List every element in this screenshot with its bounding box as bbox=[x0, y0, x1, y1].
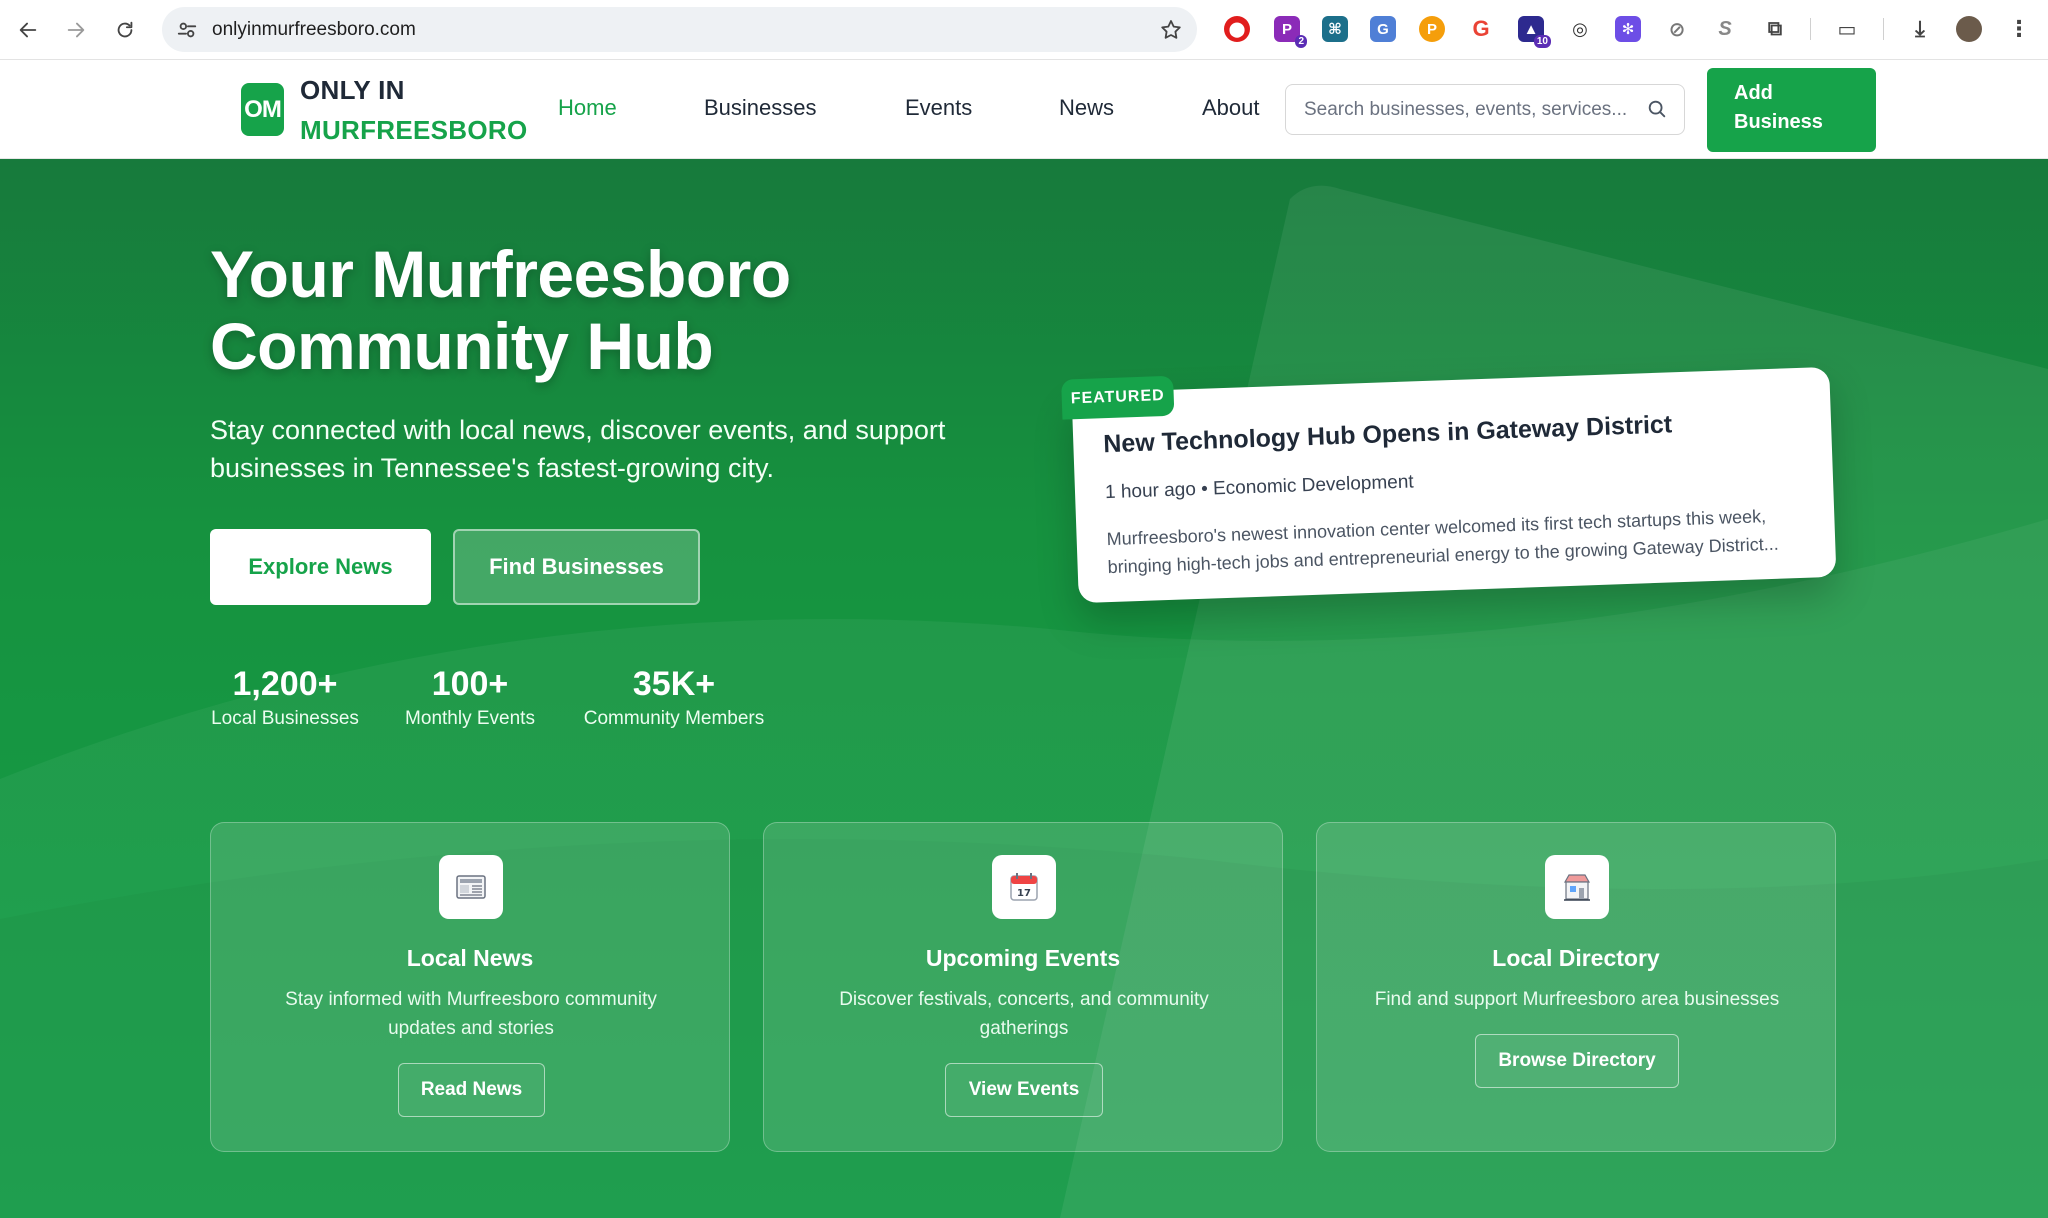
add-business-label-line2: Business bbox=[1734, 111, 1823, 133]
bookmark-star-icon[interactable] bbox=[1159, 18, 1183, 42]
local-directory-card: Local Directory Find and support Murfree… bbox=[1316, 822, 1836, 1152]
stat-label: Local Businesses bbox=[211, 708, 359, 729]
featured-title[interactable]: New Technology Hub Opens in Gateway Dist… bbox=[1103, 410, 1673, 459]
s-extension-icon[interactable]: S bbox=[1712, 16, 1738, 42]
hero-subtitle-line2: businesses in Tennessee's fastest-growin… bbox=[210, 453, 774, 483]
nav-about[interactable]: About bbox=[1202, 95, 1260, 121]
featured-meta: 1 hour ago • Economic Development bbox=[1105, 471, 1414, 504]
stat-value: 35K+ bbox=[632, 665, 716, 703]
forward-button[interactable] bbox=[60, 14, 92, 46]
meta-separator: • bbox=[1200, 478, 1214, 500]
storefront-icon bbox=[1563, 874, 1591, 901]
site-settings-icon[interactable] bbox=[176, 19, 198, 41]
card-title: Local Directory bbox=[1492, 945, 1660, 971]
coin-extension-icon[interactable]: P bbox=[1419, 16, 1445, 42]
card-description: Stay informed with Murfreesboro communit… bbox=[285, 989, 657, 1039]
add-business-label-line1: Add bbox=[1734, 82, 1773, 104]
hero-title-line2: Community Hub bbox=[210, 309, 714, 383]
extension-icon[interactable]: P2 bbox=[1274, 16, 1307, 48]
featured-category: Economic Development bbox=[1212, 471, 1414, 500]
stat-events: 100+ Monthly Events bbox=[400, 664, 540, 730]
logo-text-top[interactable]: ONLY IN bbox=[300, 75, 405, 106]
logo-text-bottom[interactable]: MURFREESBORO bbox=[300, 115, 528, 146]
nav-home[interactable]: Home bbox=[558, 95, 617, 121]
add-business-button[interactable]: Add Business bbox=[1707, 68, 1876, 152]
card-icon-box bbox=[1545, 855, 1609, 919]
toolbar-divider bbox=[1810, 18, 1811, 40]
find-businesses-button[interactable]: Find Businesses bbox=[453, 529, 700, 605]
hero-subtitle-line1: Stay connected with local news, discover… bbox=[210, 415, 946, 445]
arrow-left-icon bbox=[19, 22, 37, 38]
stat-value: 100+ bbox=[431, 665, 509, 703]
url-text: onlyinmurfreesboro.com bbox=[212, 19, 416, 40]
calendar-icon: 17 bbox=[1010, 873, 1038, 901]
browser-toolbar: onlyinmurfreesboro.com ⬤ P2 ⌘ G P G ▲ 10 … bbox=[0, 0, 2048, 60]
nav-news[interactable]: News bbox=[1059, 95, 1114, 121]
toolbar-divider bbox=[1883, 18, 1884, 40]
site-search bbox=[1285, 84, 1685, 135]
grid-extension-icon[interactable]: ⌘ bbox=[1322, 16, 1348, 42]
reload-button[interactable] bbox=[109, 14, 141, 46]
snowflake-extension-icon[interactable]: ✻ bbox=[1615, 16, 1641, 42]
card-title: Upcoming Events bbox=[925, 945, 1121, 971]
site-header: OM ONLY IN MURFREESBORO Home Businesses … bbox=[0, 60, 2048, 159]
arrow-right-icon bbox=[67, 22, 85, 38]
featured-article-card[interactable]: FEATURED New Technology Hub Opens in Gat… bbox=[1061, 366, 1837, 604]
adblock-extension-icon[interactable]: ⬤ bbox=[1224, 16, 1250, 42]
hero-title: Your Murfreesboro Community Hub bbox=[210, 238, 791, 382]
featured-time: 1 hour ago bbox=[1104, 479, 1197, 504]
card-description: Find and support Murfreesboro area busin… bbox=[1374, 989, 1780, 1010]
stat-members: 35K+ Community Members bbox=[578, 664, 770, 730]
card-title: Local News bbox=[406, 945, 534, 971]
nav-businesses[interactable]: Businesses bbox=[704, 95, 817, 121]
nav-events[interactable]: Events bbox=[905, 95, 972, 121]
explore-news-button[interactable]: Explore News bbox=[210, 529, 431, 605]
read-news-button[interactable]: Read News bbox=[398, 1063, 545, 1117]
card-icon-box bbox=[439, 855, 503, 919]
search-input[interactable] bbox=[1304, 85, 1634, 134]
profile-avatar[interactable] bbox=[1956, 16, 1982, 42]
logo-badge[interactable]: OM bbox=[241, 83, 284, 136]
graduation-extension-icon[interactable]: ▲ 10 bbox=[1518, 16, 1551, 48]
stat-businesses: 1,200+ Local Businesses bbox=[210, 664, 360, 730]
featured-excerpt: Murfreesboro's newest innovation center … bbox=[1106, 506, 1779, 578]
newspaper-icon bbox=[456, 875, 486, 899]
svg-text:17: 17 bbox=[1017, 888, 1031, 899]
stat-label: Community Members bbox=[583, 708, 765, 729]
stat-value: 1,200+ bbox=[232, 665, 338, 703]
browse-directory-button[interactable]: Browse Directory bbox=[1475, 1034, 1679, 1088]
card-description: Discover festivals, concerts, and commun… bbox=[839, 989, 1209, 1039]
blocked-extension-icon[interactable]: ⊘ bbox=[1664, 16, 1690, 42]
translate-extension-icon[interactable]: G bbox=[1370, 16, 1396, 42]
upcoming-events-card: 17 Upcoming Events Discover festivals, c… bbox=[763, 822, 1283, 1152]
tab-search-icon[interactable]: ▭ bbox=[1834, 16, 1860, 42]
download-icon[interactable]: ⤓ bbox=[1907, 16, 1933, 42]
extensions-puzzle-icon[interactable]: ⧉ bbox=[1762, 16, 1788, 42]
card-icon-box: 17 bbox=[992, 855, 1056, 919]
featured-badge: FEATURED bbox=[1061, 375, 1175, 420]
hero-section: Your Murfreesboro Community Hub Stay con… bbox=[0, 159, 2048, 1218]
back-button[interactable] bbox=[12, 14, 44, 46]
search-icon[interactable] bbox=[1646, 98, 1668, 120]
google-extension-icon[interactable]: G bbox=[1468, 16, 1494, 42]
local-news-card: Local News Stay informed with Murfreesbo… bbox=[210, 822, 730, 1152]
view-events-button[interactable]: View Events bbox=[945, 1063, 1103, 1117]
chat-extension-icon[interactable]: ◎ bbox=[1567, 16, 1593, 42]
stat-label: Monthly Events bbox=[405, 708, 535, 729]
reload-icon bbox=[117, 21, 133, 38]
menu-kebab-icon[interactable]: ⋮ bbox=[2006, 16, 2032, 42]
hero-subtitle: Stay connected with local news, discover… bbox=[210, 411, 990, 487]
hero-title-line1: Your Murfreesboro bbox=[210, 237, 791, 311]
address-bar[interactable]: onlyinmurfreesboro.com bbox=[162, 7, 1197, 52]
